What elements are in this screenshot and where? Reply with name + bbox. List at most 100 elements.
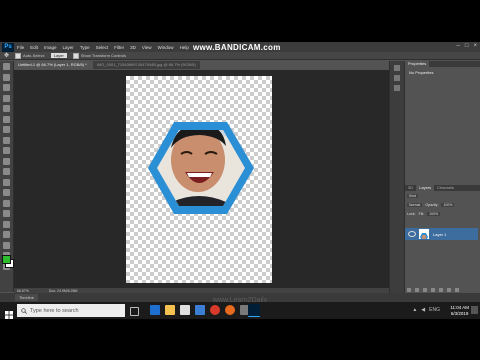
eyedropper-tool-icon[interactable] xyxy=(3,115,10,123)
menu-image[interactable]: Image xyxy=(44,45,57,50)
taskbar-search-box[interactable]: Type here to search xyxy=(17,304,125,317)
firefox-icon[interactable] xyxy=(225,305,235,315)
menu-help[interactable]: Help xyxy=(180,45,189,50)
lock-row: Lock: Fill: 100% xyxy=(407,212,441,216)
new-layer-icon[interactable] xyxy=(447,288,451,292)
photoshop-icon[interactable] xyxy=(248,304,260,317)
show-transform-option[interactable]: Show Transform Controls xyxy=(72,52,126,59)
healing-tool-icon[interactable] xyxy=(3,126,10,133)
gradient-tool-icon[interactable] xyxy=(3,178,10,186)
opacity-field[interactable]: 100% xyxy=(441,203,455,207)
menu-type[interactable]: Type xyxy=(80,45,90,50)
show-transform-label: Show Transform Controls xyxy=(80,53,126,58)
document-canvas[interactable] xyxy=(126,76,272,283)
file-explorer-icon[interactable] xyxy=(165,305,175,315)
no-properties-text: No Properties xyxy=(409,70,434,75)
layer-row-layer-1[interactable]: Layer 1 xyxy=(405,228,478,240)
visibility-eye-icon[interactable] xyxy=(408,231,416,237)
search-placeholder: Type here to search xyxy=(30,307,79,314)
auto-select-dropdown[interactable]: Layer xyxy=(50,53,67,58)
lasso-tool-icon[interactable] xyxy=(3,84,10,91)
zoom-level[interactable]: 66.67% xyxy=(17,289,29,293)
menu-3d[interactable]: 3D xyxy=(130,45,136,50)
search-icon xyxy=(21,307,27,314)
canvas-area xyxy=(14,70,389,288)
fill-label: Fill: xyxy=(418,212,425,216)
quick-select-tool-icon[interactable] xyxy=(3,94,10,102)
chrome-icon[interactable] xyxy=(210,305,220,315)
auto-select-option[interactable]: Auto-Select: xyxy=(15,52,45,59)
task-view-icon[interactable] xyxy=(130,307,139,316)
pen-tool-icon[interactable] xyxy=(3,210,10,217)
add-mask-icon[interactable] xyxy=(423,288,427,292)
character-panel-icon[interactable] xyxy=(394,75,400,81)
layer-style-icon[interactable] xyxy=(415,288,419,292)
options-bar: ✥ Auto-Select: Layer Show Transform Cont… xyxy=(0,52,480,60)
mail-icon[interactable] xyxy=(195,305,205,315)
auto-select-label: Auto-Select: xyxy=(23,53,45,58)
show-transform-checkbox[interactable] xyxy=(72,52,79,59)
delete-layer-icon[interactable] xyxy=(455,288,459,292)
type-tool-icon[interactable] xyxy=(3,220,10,228)
dodge-tool-icon[interactable] xyxy=(3,199,10,207)
brush-tool-icon[interactable] xyxy=(3,136,10,144)
network-icon[interactable]: ▲ xyxy=(412,307,417,313)
document-tabs: Untitled-1 @ 66.7% (Layer 1, RGB/8) * IM… xyxy=(14,61,202,69)
menu-window[interactable]: Window xyxy=(158,45,174,50)
layers-panel-header: 3D Layers Channels xyxy=(405,185,480,191)
move-tool-icon[interactable] xyxy=(3,63,10,70)
volume-icon[interactable]: ◀ xyxy=(421,307,425,313)
blur-tool-icon[interactable] xyxy=(3,189,10,196)
windows-start-icon[interactable] xyxy=(5,306,13,324)
adjustment-layer-icon[interactable] xyxy=(431,288,435,292)
tab-layers[interactable]: Layers xyxy=(416,185,435,191)
language-indicator[interactable]: ENG xyxy=(429,307,440,313)
opacity-label: Opacity: xyxy=(425,203,439,207)
layer-filter-row: Kind xyxy=(407,194,419,198)
tab-3d[interactable]: 3D xyxy=(405,185,416,191)
timeline-tab[interactable]: Timeline xyxy=(15,294,38,301)
foreground-color-swatch[interactable] xyxy=(2,255,11,264)
tab-untitled-1[interactable]: Untitled-1 @ 66.7% (Layer 1, RGB/8) * xyxy=(14,61,91,69)
menu-filter[interactable]: Filter xyxy=(114,45,124,50)
stamp-tool-icon[interactable] xyxy=(3,147,10,154)
windows-taskbar: Type here to search ▲ ◀ ENG 11:04 AM 6/3… xyxy=(0,302,480,319)
clock[interactable]: 11:04 AM 6/3/2019 xyxy=(450,305,469,316)
clock-time: 11:04 AM xyxy=(450,305,469,310)
move-tool-icon[interactable]: ✥ xyxy=(4,52,9,59)
properties-panel-header: Properties xyxy=(405,61,480,67)
tab-properties[interactable]: Properties xyxy=(405,61,430,67)
maximize-button[interactable]: □ xyxy=(465,43,469,49)
tab-img-jpg[interactable]: IMG_0001_7154089974047904B.jpg @ 66.7% (… xyxy=(92,61,200,69)
close-button[interactable]: × xyxy=(473,43,477,49)
layer-buttons xyxy=(407,288,459,292)
layer-name[interactable]: Layer 1 xyxy=(433,232,446,237)
paragraph-panel-icon[interactable] xyxy=(394,85,400,91)
properties-panel: Properties No Properties xyxy=(404,61,480,185)
history-panel-icon[interactable] xyxy=(394,65,400,71)
history-brush-tool-icon[interactable] xyxy=(3,157,10,165)
path-select-tool-icon[interactable] xyxy=(3,231,10,238)
tools-panel xyxy=(0,61,14,292)
blend-mode-dropdown[interactable]: Normal xyxy=(407,203,423,207)
auto-select-checkbox[interactable] xyxy=(15,52,22,59)
crop-tool-icon[interactable] xyxy=(3,105,10,112)
menu-edit[interactable]: Edit xyxy=(30,45,38,50)
edge-icon[interactable] xyxy=(150,305,160,315)
eraser-tool-icon[interactable] xyxy=(3,168,10,175)
menu-layer[interactable]: Layer xyxy=(63,45,74,50)
fill-field[interactable]: 100% xyxy=(427,212,441,216)
menu-select[interactable]: Select xyxy=(96,45,109,50)
menu-view[interactable]: View xyxy=(142,45,152,50)
link-layers-icon[interactable] xyxy=(407,288,411,292)
tab-channels[interactable]: Channels xyxy=(434,185,457,191)
minimize-button[interactable]: – xyxy=(457,43,460,49)
new-group-icon[interactable] xyxy=(439,288,443,292)
store-icon[interactable] xyxy=(180,305,190,315)
shape-tool-icon[interactable] xyxy=(3,241,10,249)
notification-icon[interactable] xyxy=(471,306,478,314)
marquee-tool-icon[interactable] xyxy=(3,73,10,81)
layer-kind-dropdown[interactable]: Kind xyxy=(407,194,419,198)
menu-bar: Ps File Edit Image Layer Type Select Fil… xyxy=(0,42,480,52)
menu-file[interactable]: File xyxy=(17,45,24,50)
